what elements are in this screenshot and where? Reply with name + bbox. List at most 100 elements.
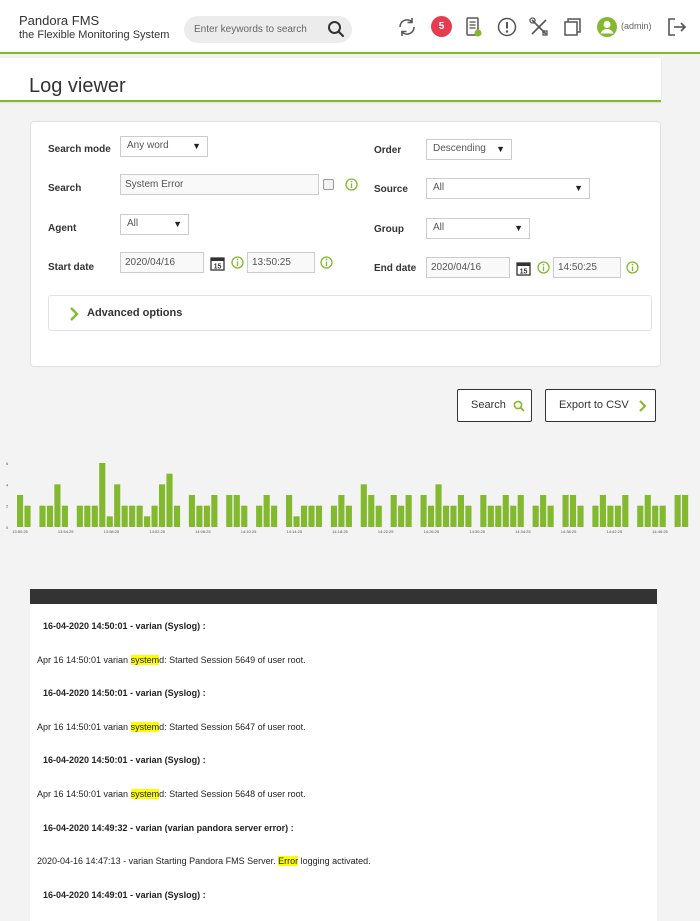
advanced-options-toggle[interactable]: Advanced options (48, 295, 652, 331)
chart-bar[interactable] (607, 505, 614, 527)
chart-bar[interactable] (502, 495, 509, 527)
chart-bar[interactable] (517, 495, 524, 527)
alert-icon[interactable] (496, 16, 518, 38)
chart-bar[interactable] (286, 495, 293, 527)
chart-bar[interactable] (375, 505, 382, 527)
info-icon[interactable] (626, 261, 639, 274)
chart-bar[interactable] (659, 505, 666, 527)
chart-bar[interactable] (158, 484, 166, 527)
chart-bar[interactable] (420, 495, 427, 527)
chart-bar[interactable] (614, 505, 621, 527)
chart-bar[interactable] (263, 495, 270, 527)
chart-bar[interactable] (121, 505, 128, 527)
search-mode-select[interactable]: Any word ▼ (120, 136, 208, 157)
chart-bar[interactable] (368, 495, 375, 527)
chart-bar[interactable] (46, 505, 54, 527)
chart-bar[interactable] (510, 505, 517, 527)
start-time-input[interactable] (247, 252, 315, 273)
chart-bar[interactable] (203, 505, 210, 527)
chart-bar[interactable] (532, 505, 539, 527)
start-date-input[interactable] (120, 252, 204, 273)
chart-bar[interactable] (151, 505, 158, 527)
chart-bar[interactable] (54, 484, 61, 527)
chart-bar[interactable] (330, 505, 337, 527)
chart-bar[interactable] (569, 495, 577, 527)
server-status-icon[interactable] (463, 16, 485, 38)
chart-bar[interactable] (540, 495, 547, 527)
chart-bar[interactable] (129, 505, 136, 527)
chart-bar[interactable] (233, 495, 240, 527)
info-icon[interactable] (231, 256, 244, 269)
chart-bar[interactable] (99, 463, 106, 527)
search-icon[interactable] (327, 20, 345, 38)
chart-bar[interactable] (308, 505, 315, 527)
chart-bar[interactable] (622, 495, 629, 527)
chart-bar[interactable] (166, 473, 173, 527)
logout-icon[interactable] (666, 16, 688, 38)
chart-bar[interactable] (315, 505, 323, 527)
refresh-icon[interactable] (396, 16, 418, 38)
user-avatar-icon[interactable] (596, 16, 618, 38)
chart-bar[interactable] (644, 495, 651, 527)
chart-bar[interactable] (188, 495, 195, 527)
chart-bar[interactable] (211, 495, 218, 527)
notification-badge[interactable]: 5 (431, 16, 452, 37)
chart-bar[interactable] (465, 505, 472, 527)
search-input[interactable] (120, 174, 319, 195)
chart-bar[interactable] (405, 495, 412, 527)
chart-bar[interactable] (61, 505, 68, 527)
chart-bar[interactable] (592, 505, 599, 527)
chart-bar[interactable] (173, 505, 181, 527)
chart-bar[interactable] (682, 495, 689, 527)
chart-bar[interactable] (450, 505, 457, 527)
brand[interactable]: Pandora FMS the Flexible Monitoring Syst… (19, 13, 169, 43)
chart-bar[interactable] (293, 516, 300, 527)
chart-bar[interactable] (487, 505, 494, 527)
end-time-input[interactable] (553, 257, 621, 278)
windows-icon[interactable] (561, 16, 583, 38)
chart-bar[interactable] (495, 505, 502, 527)
chart-bar[interactable] (196, 505, 203, 527)
calendar-icon[interactable]: 15 (516, 261, 531, 276)
global-search-input[interactable] (194, 21, 324, 38)
search-option-checkbox[interactable] (323, 179, 334, 190)
chart-bar[interactable] (562, 495, 569, 527)
info-icon[interactable] (345, 178, 358, 191)
chart-bar[interactable] (427, 505, 435, 527)
source-select[interactable]: All ▼ (426, 178, 590, 199)
chart-bar[interactable] (241, 505, 248, 527)
end-date-input[interactable] (426, 257, 510, 278)
chart-bar[interactable] (457, 495, 465, 527)
chart-bar[interactable] (435, 484, 442, 527)
chart-bar[interactable] (106, 516, 113, 527)
chart-bar[interactable] (599, 495, 606, 527)
chart-bar[interactable] (637, 505, 644, 527)
chart-bar[interactable] (84, 505, 91, 527)
chart-bar[interactable] (114, 484, 121, 527)
search-button[interactable]: Search (457, 389, 532, 422)
chart-bar[interactable] (256, 505, 263, 527)
chart-bar[interactable] (547, 505, 554, 527)
chart-bar[interactable] (577, 505, 584, 527)
chart-bar[interactable] (226, 495, 233, 527)
info-icon[interactable] (320, 256, 333, 269)
chart-bar[interactable] (338, 495, 345, 527)
agent-select[interactable]: All ▼ (120, 214, 189, 235)
calendar-icon[interactable]: 15 (210, 256, 225, 271)
chart-bar[interactable] (398, 505, 405, 527)
chart-bar[interactable] (24, 505, 31, 527)
order-select[interactable]: Descending ▼ (426, 139, 512, 160)
chart-bar[interactable] (674, 495, 681, 527)
chart-bar[interactable] (360, 484, 367, 527)
chart-bar[interactable] (76, 505, 83, 527)
group-select[interactable]: All ▼ (426, 218, 530, 239)
tools-icon[interactable] (528, 16, 550, 38)
info-icon[interactable] (537, 261, 550, 274)
export-csv-button[interactable]: Export to CSV (545, 389, 656, 422)
chart-bar[interactable] (300, 505, 308, 527)
chart-bar[interactable] (136, 505, 143, 527)
chart-bar[interactable] (17, 495, 24, 527)
chart-bar[interactable] (652, 505, 659, 527)
chart-bar[interactable] (144, 516, 151, 527)
chart-bar[interactable] (91, 505, 98, 527)
